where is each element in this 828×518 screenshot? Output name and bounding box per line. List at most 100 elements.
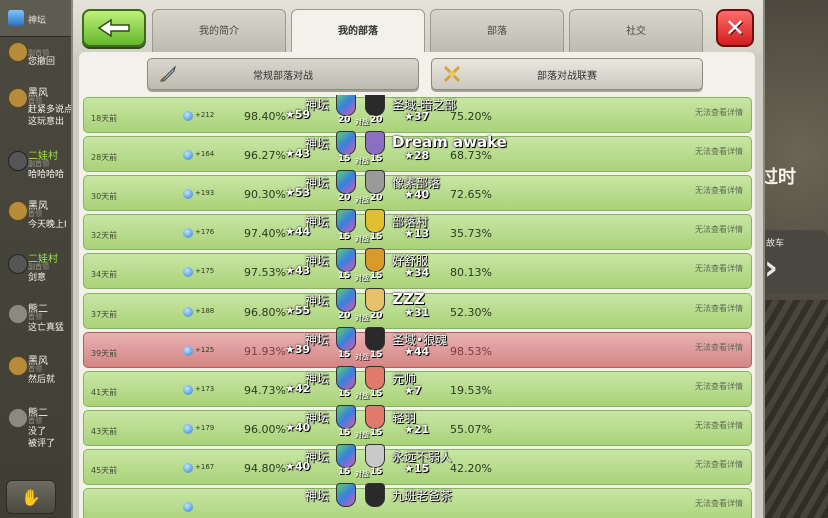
next-arrow-button[interactable]: 故车 › [758, 230, 828, 294]
tab-profile[interactable]: 我的简介 [152, 9, 286, 54]
opponent-war-size: 15 [370, 388, 383, 399]
my-destruction-percent: 97.53% [244, 266, 286, 280]
war-date: 37天前 [91, 309, 118, 319]
war-log-row[interactable]: 32天前 +176 97.40% ★44 神坛 15 对战 15 部落村 ★13 35.73% 无法查… [83, 209, 752, 251]
opponent-stars: ★21 [404, 422, 430, 436]
war-log-row[interactable]: 神坛 九班老爸茶 无法查看详情 [83, 483, 752, 518]
war-log-row[interactable]: 18天前 +212 98.40% ★59 神坛 20 对战 20 圣域-暗之部 ★37 75.20%… [83, 95, 752, 133]
chat-role: 首领 [28, 417, 42, 425]
trophy-icon [183, 111, 193, 121]
tab-social[interactable]: 社交 [569, 9, 703, 54]
my-destruction-percent: 94.73% [244, 383, 286, 397]
war-log-row[interactable]: 39天前 +125 91.93% ★39 神坛 15 对战 15 圣域•狼魂 ★44 98.53% 无… [83, 326, 752, 368]
close-button[interactable]: ✕ [716, 9, 754, 47]
trophy-icon [183, 345, 193, 356]
my-clan-name: 神坛 [305, 332, 330, 347]
war-date: 34天前 [91, 270, 118, 280]
my-destruction-percent: 96.27% [244, 149, 286, 163]
war-log-row[interactable]: 41天前 +173 94.73% ★42 神坛 15 对战 15 元帅 ★7 19.53% 无法查看详… [83, 365, 752, 407]
background-text: 过时 [760, 167, 796, 188]
my-destruction-percent: 91.93% [244, 344, 286, 358]
view-details-label: 无法查看详情 [695, 381, 743, 391]
war-date: 43天前 [91, 426, 118, 436]
view-details-label: 无法查看详情 [695, 108, 743, 117]
chat-header[interactable]: 神坛 [0, 0, 78, 37]
tab-clans[interactable]: 部落 [430, 9, 564, 54]
opponent-destruction-percent: 72.65% [450, 188, 492, 202]
opponent-stars: ★13 [404, 227, 430, 241]
back-button[interactable] [82, 9, 146, 47]
chat-text: 哈哈哈哈 [28, 170, 65, 180]
trophy-icon [183, 228, 193, 239]
my-clan-name: 神坛 [305, 137, 330, 152]
my-clan-name: 神坛 [305, 254, 330, 269]
chat-text: 这玩意出 [28, 117, 65, 127]
opponent-stars: ★40 [404, 188, 430, 202]
trophy-change: +173 [195, 384, 215, 393]
vs-label: 对战 [355, 391, 369, 400]
chevron-right-icon: › [764, 248, 779, 288]
trophy-icon [183, 189, 193, 200]
avatar [8, 304, 28, 324]
my-clan-badge [336, 170, 356, 195]
chat-text: 这亡真猛 [28, 323, 65, 333]
avatar [8, 151, 28, 171]
view-details-label: 无法查看详情 [695, 459, 743, 469]
view-details-label: 无法查看详情 [695, 420, 743, 430]
opponent-destruction-percent: 52.30% [450, 305, 492, 319]
my-clan-name: 神坛 [305, 98, 330, 112]
clan-chat-panel: 神坛 副首领 您撤回 黑风 首领 赶紧多说点 这玩意出 二娃村 副首领 哈哈哈哈… [0, 0, 78, 518]
chat-text: 剑意 [28, 273, 47, 283]
chat-role: 首领 [28, 210, 42, 218]
opponent-stars: ★31 [404, 305, 430, 319]
trophy-icon [183, 267, 193, 278]
my-clan-badge [336, 131, 356, 156]
chat-role: 首领 [28, 313, 42, 321]
my-destruction-percent: 96.80% [244, 305, 286, 319]
my-war-size: 15 [338, 154, 351, 165]
vs-label: 对战 [355, 235, 369, 244]
opponent-clan-badge [365, 209, 385, 234]
war-league-button[interactable]: 部落对战联赛 [431, 58, 703, 90]
chat-role: 首领 [28, 365, 42, 373]
opponent-destruction-percent: 98.53% [450, 344, 492, 358]
opponent-stars: ★44 [404, 344, 430, 358]
avatar [8, 254, 28, 274]
my-clan-name: 神坛 [305, 410, 330, 425]
view-details-label: 无法查看详情 [695, 264, 743, 274]
war-log-row[interactable]: 34天前 +175 97.53% ★43 神坛 15 对战 15 好舒服 ★34 80.13% 无法查… [83, 248, 752, 290]
war-log-list[interactable]: 18天前 +212 98.40% ★59 神坛 20 对战 20 圣域-暗之部 ★37 75.20%… [83, 95, 752, 518]
regular-war-button[interactable]: 常规部落对战 [147, 58, 419, 90]
my-clan-name: 神坛 [305, 449, 330, 464]
opponent-clan-badge [365, 326, 385, 351]
opponent-war-size: 20 [370, 193, 383, 204]
chat-text: 今天晚上I [28, 220, 67, 230]
my-destruction-percent: 90.30% [244, 188, 286, 202]
vs-label: 对战 [355, 430, 369, 439]
opponent-clan-badge [365, 95, 385, 116]
chat-bubble-icon: ✋ [21, 487, 41, 507]
war-log-row[interactable]: 28天前 +164 96.27% ★43 神坛 15 对战 15 Dream awake ★28 6… [83, 131, 752, 173]
war-log-row[interactable]: 37天前 +188 96.80% ★55 神坛 20 对战 20 ZZZ ★31 52.30% 无法查… [83, 287, 752, 329]
chat-text: 然后就 [28, 375, 56, 385]
war-log-row[interactable]: 43天前 +179 96.00% ★40 神坛 15 对战 15 轻羽 ★21 55.07% 无法查看… [83, 404, 752, 446]
view-details-label: 无法查看详情 [695, 147, 743, 157]
war-date: 45天前 [91, 465, 118, 475]
opponent-clan-badge [365, 483, 385, 507]
trophy-change: +188 [195, 306, 215, 315]
view-details-label: 无法查看详情 [695, 303, 743, 313]
my-clan-badge [336, 404, 356, 429]
trophy-icon [183, 384, 193, 395]
my-war-size: 20 [338, 193, 351, 204]
tab-my-clan[interactable]: 我的部落 [291, 9, 425, 56]
war-log-row[interactable]: 30天前 +193 90.30% ★53 神坛 20 对战 20 像素部落 ★40 72.65% 无法… [83, 170, 752, 212]
trophy-change: +125 [195, 345, 215, 354]
trophy-icon [183, 150, 193, 161]
view-details-label: 无法查看详情 [695, 499, 743, 508]
my-destruction-percent: 96.00% [244, 422, 286, 436]
my-clan-badge [336, 287, 356, 312]
trophy-change: +164 [195, 150, 215, 159]
chat-toggle-button[interactable]: ✋ [6, 480, 56, 514]
war-log-row[interactable]: 45天前 +167 94.80% ★40 神坛 15 对战 15 永远不弱人 ★15 42.20% 无… [83, 443, 752, 485]
vs-label: 对战 [355, 118, 369, 126]
